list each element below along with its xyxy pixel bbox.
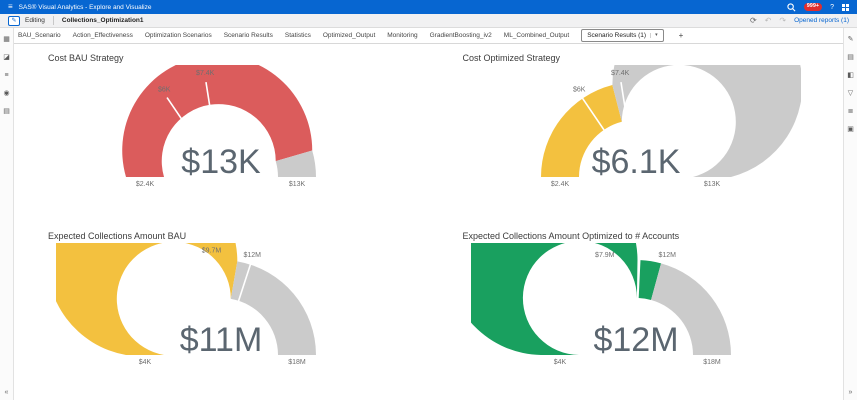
left-rail-icons: ▦ ◪ ≡ ◉ ▤ [0, 28, 13, 115]
page-tab[interactable]: BAU_Scenario [18, 32, 61, 39]
comments-pane-icon[interactable]: ▤ [3, 108, 10, 115]
gauge-tick-label: $7.4K [196, 70, 215, 77]
gauge-tick-label: $13K [704, 181, 721, 188]
gauge-tick-label: $18M [703, 359, 721, 366]
page-tab[interactable]: Optimized_Output [323, 32, 375, 39]
page-tab[interactable]: Statistics [285, 32, 311, 39]
gauge-panel: Cost Optimized Strategy $2.4K $6K $7.4K $13… [429, 44, 844, 222]
gauge-value: $11M [180, 321, 263, 359]
page-tab-label: GradientBoosting_iv2 [430, 32, 492, 39]
page-tab[interactable]: ML_Combined_Output [504, 32, 569, 39]
gauge-chart[interactable]: $2.4K $6K $7.4K $13K $13K [14, 65, 429, 199]
location-pane-icon[interactable]: ◉ [3, 90, 9, 97]
gauge-title: Cost BAU Strategy [14, 53, 429, 63]
page-tabs: BAU_Scenario Action_Effectiveness Optimiza… [14, 29, 686, 42]
page-tab[interactable]: Optimization Scenarios [145, 32, 212, 39]
gauge-threshold-divider [606, 264, 618, 302]
gauge-chart[interactable]: $2.4K $6K $7.4K $13K $6.1K [429, 65, 844, 199]
edit-mode-icon[interactable]: ✎ [8, 16, 20, 26]
gauge-title: Cost Optimized Strategy [429, 53, 844, 63]
page-tab-bar: BAU_Scenario Action_Effectiveness Optimiza… [14, 28, 843, 44]
page-tab-label: Scenario Results (1) [587, 32, 646, 39]
objects-pane-icon[interactable]: ◪ [3, 54, 10, 61]
gauge-panel: Expected Collections Amount Optimized to… [429, 222, 844, 400]
toolbar-actions: ⟳ ↶ ↷ Opened reports (1) [750, 17, 849, 25]
page-tab-label: ML_Combined_Output [504, 32, 569, 39]
page-tab[interactable]: GradientBoosting_iv2 [430, 32, 492, 39]
properties-pane-icon[interactable]: ▤ [847, 54, 854, 61]
tab-menu-caret-icon[interactable]: ▾ [650, 33, 658, 38]
mode-label: Editing [25, 17, 45, 24]
page-tab-label: Optimized_Output [323, 32, 375, 39]
app-title: SAS® Visual Analytics - Explore and Visu… [19, 4, 152, 11]
gauge-tick-label: $13K [289, 181, 306, 188]
gauge-tick-label: $7.9M [595, 252, 615, 259]
collapse-left-rail-button[interactable]: « [0, 389, 13, 396]
redo-icon[interactable]: ↷ [779, 17, 786, 25]
gauge-tick-label: $18M [288, 359, 306, 366]
app-menu-icon[interactable]: ≡ [8, 3, 13, 11]
gauge-value: $13K [182, 143, 262, 181]
page-tab-label: Action_Effectiveness [73, 32, 133, 39]
gauge-panel: Expected Collections Amount BAU $4K $9.7M… [14, 222, 429, 400]
options-pane-icon[interactable]: ✎ [848, 36, 854, 43]
page-tab-label: Statistics [285, 32, 311, 39]
toolbar-divider [53, 16, 54, 25]
data-pane-icon[interactable]: ▦ [3, 36, 10, 43]
opened-reports-link[interactable]: Opened reports (1) [794, 17, 849, 24]
gauge-tick-label: $6K [158, 86, 171, 93]
report-canvas: Cost BAU Strategy $2.4K$6K$7.4K$13K$13K … [14, 44, 843, 400]
page-tab-label: BAU_Scenario [18, 32, 61, 39]
page-tab[interactable]: Action_Effectiveness [73, 32, 133, 39]
actions-pane-icon[interactable]: ▣ [847, 126, 854, 133]
notifications-badge[interactable]: 999+ [804, 3, 822, 11]
gauge-threshold-divider [212, 259, 216, 299]
page-tab[interactable]: Scenario Results [224, 32, 273, 39]
outline-pane-icon[interactable]: ≡ [4, 72, 8, 79]
gauge-value: $6.1K [591, 143, 680, 181]
style-pane-icon[interactable]: ◧ [847, 72, 854, 79]
gauge-panel: Cost BAU Strategy $2.4K $6K $7.4K $13K $13K [14, 44, 429, 222]
report-toolbar: ✎ Editing Collections_Optimization1 ⟳ ↶ … [0, 14, 857, 28]
filters-pane-icon[interactable]: ▽ [848, 90, 853, 97]
gauge-tick-label: $12M [244, 252, 262, 259]
gauge-tick-label: $12M [658, 252, 676, 259]
help-icon[interactable]: ? [830, 4, 834, 11]
gauge-chart[interactable]: $4K $7.9M $12M $18M $12M [429, 243, 844, 377]
titlebar: ≡ SAS® Visual Analytics - Explore and Vi… [0, 0, 857, 14]
page-tab[interactable]: Scenario Results (1) ▾ [581, 29, 663, 42]
page-tab-label: Scenario Results [224, 32, 273, 39]
gauge-tick-label: $4K [554, 359, 567, 366]
gauge-title: Expected Collections Amount BAU [14, 231, 429, 241]
gauge-title: Expected Collections Amount Optimized to… [429, 231, 844, 241]
ranks-pane-icon[interactable]: ≣ [848, 108, 854, 115]
gauge-tick-label: $9.7M [202, 247, 222, 254]
report-title: Collections_Optimization1 [62, 17, 144, 24]
gauge-tick-label: $6K [573, 86, 586, 93]
gauge-tick-label: $7.4K [611, 70, 630, 77]
left-rail: ▦ ◪ ≡ ◉ ▤ « [0, 28, 14, 400]
titlebar-actions: 999+ ? [787, 3, 849, 12]
undo-icon[interactable]: ↶ [765, 17, 772, 25]
collapse-right-rail-button[interactable]: » [844, 389, 857, 396]
app-window: ≡ SAS® Visual Analytics - Explore and Vi… [0, 0, 857, 400]
page-tab-label: Optimization Scenarios [145, 32, 212, 39]
page-tab-label: Monitoring [387, 32, 417, 39]
gauge-chart[interactable]: $4K $9.7M $12M $18M $11M [14, 243, 429, 377]
right-rail-icons: ✎ ▤ ◧ ▽ ≣ ▣ [844, 28, 857, 133]
search-icon[interactable] [787, 3, 796, 12]
apps-grid-icon[interactable] [842, 4, 849, 11]
gauge-tick-label: $4K [139, 359, 152, 366]
right-rail: ✎ ▤ ◧ ▽ ≣ ▣ » [843, 28, 857, 400]
gauge-tick-label: $2.4K [136, 181, 155, 188]
gauge-value: $12M [593, 321, 678, 359]
gauge-tick-label: $2.4K [551, 181, 570, 188]
refresh-icon[interactable]: ⟳ [750, 17, 757, 25]
page-tab[interactable]: Monitoring [387, 32, 417, 39]
add-page-tab-button[interactable]: + [676, 31, 687, 40]
